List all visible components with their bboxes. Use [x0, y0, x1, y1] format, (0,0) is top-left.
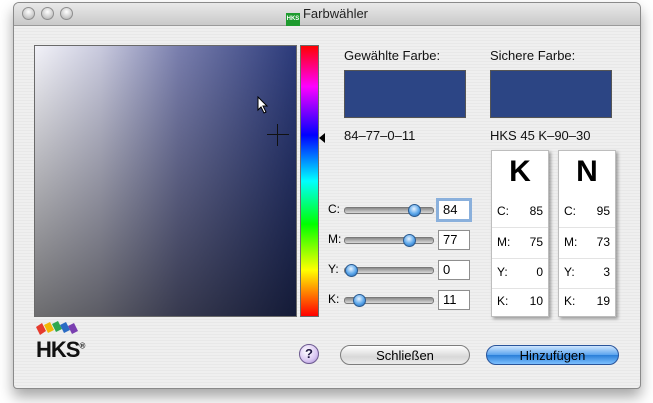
card-key: M: — [497, 235, 511, 249]
add-button[interactable]: Hinzufügen — [486, 345, 619, 365]
title-bar: HKS Farbwähler — [14, 3, 640, 26]
hks-logo-stripes-icon — [36, 321, 78, 335]
card-letter: N — [576, 155, 598, 188]
m-value-input[interactable]: 77 — [438, 230, 470, 250]
card-letter: K — [509, 155, 531, 188]
slider-label: M: — [328, 232, 342, 246]
close-button[interactable]: Schließen — [340, 345, 470, 365]
slider-knob[interactable] — [353, 294, 366, 307]
slider-label: Y: — [328, 262, 339, 276]
chosen-color-label: Gewählte Farbe: — [344, 48, 441, 63]
mouse-cursor-icon — [257, 96, 269, 114]
hks-logo-text: HKS® — [36, 337, 85, 362]
k-slider[interactable] — [344, 294, 434, 307]
y-slider[interactable] — [344, 264, 434, 277]
window-title-text: Farbwähler — [302, 6, 369, 21]
card-key: Y: — [497, 265, 508, 279]
k-value-input[interactable]: 11 — [438, 290, 470, 310]
color-picker-window: HKS Farbwähler Gewählte Farbe: 84–77–0–11… — [13, 2, 641, 389]
crosshair-icon — [267, 124, 289, 146]
hue-marker-icon[interactable] — [319, 133, 325, 143]
card-key: Y: — [564, 265, 575, 279]
safe-color-value: HKS 45 K–90–30 — [490, 128, 591, 143]
color-field[interactable] — [34, 45, 297, 317]
hks-k-card: K C: 85 M: 75 Y: 0 K: 10 — [491, 150, 549, 317]
card-value: 73 — [596, 235, 610, 249]
card-key: K: — [564, 294, 576, 308]
slider-label: C: — [328, 202, 340, 216]
safe-color-swatch — [490, 70, 612, 118]
slider-label: K: — [328, 292, 340, 306]
y-value-input[interactable]: 0 — [438, 260, 470, 280]
c-value-input[interactable]: 84 — [436, 198, 472, 222]
card-value: 75 — [529, 235, 543, 249]
card-key: C: — [564, 204, 576, 218]
hue-strip[interactable] — [300, 45, 319, 317]
card-key: K: — [497, 294, 509, 308]
card-value: 19 — [596, 294, 610, 308]
card-value: 0 — [536, 265, 543, 279]
card-value: 95 — [596, 204, 610, 218]
card-key: M: — [564, 235, 578, 249]
card-value: 3 — [603, 265, 610, 279]
chosen-color-swatch — [344, 70, 466, 118]
card-value: 85 — [529, 204, 543, 218]
card-value: 10 — [529, 294, 543, 308]
hks-logo: HKS® — [34, 321, 94, 365]
chosen-color-value: 84–77–0–11 — [344, 128, 416, 143]
help-button[interactable]: ? — [299, 344, 319, 364]
slider-knob[interactable] — [408, 204, 421, 217]
slider-knob[interactable] — [345, 264, 358, 277]
m-slider[interactable] — [344, 234, 434, 247]
window-title: HKS Farbwähler — [14, 6, 640, 26]
slider-knob[interactable] — [403, 234, 416, 247]
card-key: C: — [497, 204, 509, 218]
hks-badge-icon: HKS — [285, 13, 300, 26]
safe-color-label: Sichere Farbe: — [490, 48, 576, 63]
hks-n-card: N C: 95 M: 73 Y: 3 K: 19 — [558, 150, 616, 317]
c-slider[interactable] — [344, 204, 434, 217]
